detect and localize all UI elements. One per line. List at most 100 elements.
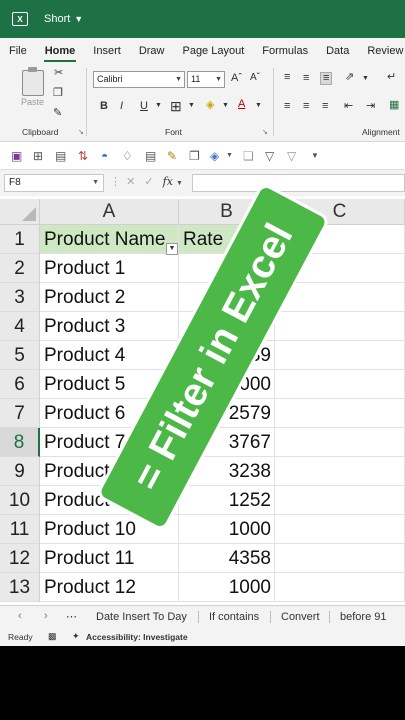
table-cell[interactable] (179, 254, 275, 283)
excel-icon[interactable]: X (12, 12, 28, 26)
copy-icon[interactable]: ❐ (53, 88, 63, 99)
table-cell[interactable]: Product 5 (40, 370, 179, 399)
row-header[interactable]: 8 (0, 428, 40, 457)
font-launcher-icon[interactable]: ↘ (262, 128, 268, 136)
align-right-icon[interactable]: ≡ (322, 101, 328, 112)
paste-values-icon[interactable]: ❐ (189, 149, 200, 163)
more-sheets-icon[interactable]: ⋯ (66, 610, 77, 623)
table-cell[interactable]: 3767 (179, 428, 275, 457)
table-cell[interactable]: Product 12 (40, 573, 179, 602)
table-icon[interactable]: ⊞ (33, 149, 43, 163)
chevron-right-icon[interactable]: › (44, 610, 48, 622)
table-cell[interactable] (275, 457, 405, 486)
table-cell[interactable] (275, 225, 405, 254)
table-cell[interactable]: Product 9 (40, 486, 179, 515)
row-header[interactable]: 13 (0, 573, 40, 602)
chevron-down-icon[interactable]: ▼ (255, 102, 262, 109)
clipboard-launcher-icon[interactable]: ↘ (78, 128, 84, 136)
chevron-left-icon[interactable]: ‹ (18, 610, 22, 622)
table-cell[interactable]: Product 7 (40, 428, 179, 457)
formula-input[interactable] (192, 174, 405, 192)
align-left-icon[interactable]: ≡ (284, 101, 290, 112)
orientation-icon[interactable]: ⇗ (345, 72, 354, 83)
tab-insert[interactable]: Insert (84, 38, 130, 64)
table-cell[interactable]: Product 10 (40, 515, 179, 544)
borders-icon[interactable]: ⊞ (170, 99, 182, 113)
font-color-icon[interactable]: A (238, 99, 245, 110)
sheet-tab[interactable]: If contains (209, 606, 259, 628)
table-cell[interactable] (275, 399, 405, 428)
row-header[interactable]: 1 (0, 225, 40, 254)
column-header-b[interactable]: B (179, 199, 275, 225)
chevron-down-icon[interactable]: ▼ (155, 102, 162, 109)
cut-icon[interactable]: ✂ (54, 68, 63, 79)
row-header[interactable]: 2 (0, 254, 40, 283)
tab-page-layout[interactable]: Page Layout (173, 38, 253, 64)
tab-draw[interactable]: Draw (130, 38, 174, 64)
clear-filter-icon[interactable]: ▽ (287, 149, 296, 163)
wrap-text-icon[interactable]: ↵ (387, 72, 396, 83)
tab-data[interactable]: Data (317, 38, 358, 64)
macro-record-icon[interactable]: ▩ (48, 631, 57, 642)
paste-icon[interactable] (22, 67, 44, 96)
tab-file[interactable]: File (0, 38, 36, 64)
table-cell[interactable] (275, 573, 405, 602)
underline-icon[interactable]: U (140, 101, 148, 112)
customize-qat-icon[interactable]: ▼ (311, 151, 319, 160)
row-header[interactable]: 12 (0, 544, 40, 573)
table-cell[interactable] (275, 341, 405, 370)
table-cell[interactable] (275, 283, 405, 312)
chevron-down-icon[interactable]: ▼ (188, 102, 195, 109)
table-cell[interactable]: Product 2 (40, 283, 179, 312)
table-cell[interactable]: 2579 (179, 399, 275, 428)
sheet-tab[interactable]: Convert (281, 606, 320, 628)
increase-indent-icon[interactable]: ⇥ (366, 101, 375, 112)
enter-icon[interactable]: ✓ (144, 176, 153, 188)
row-header[interactable]: 5 (0, 341, 40, 370)
cancel-icon[interactable]: ✕ (126, 176, 135, 188)
table-cell[interactable]: 1252 (179, 486, 275, 515)
table-cell[interactable] (275, 515, 405, 544)
column-header-a[interactable]: A (40, 199, 179, 225)
tab-review[interactable]: Review (358, 38, 405, 64)
table-cell[interactable] (275, 312, 405, 341)
insert-function-icon[interactable]: fx (163, 175, 173, 188)
table-cell[interactable]: Product 1 (40, 254, 179, 283)
table-cell[interactable]: 1000 (179, 515, 275, 544)
chevron-down-icon[interactable]: ▼ (74, 14, 83, 24)
fill-color-icon[interactable]: ◈ (206, 100, 214, 111)
row-header[interactable]: 4 (0, 312, 40, 341)
align-center-icon[interactable]: ≡ (303, 101, 309, 112)
tab-home[interactable]: Home (36, 38, 85, 64)
connections-icon[interactable]: ◓ (101, 149, 108, 163)
format-painter-icon[interactable]: ✎ (53, 108, 62, 119)
fill-icon[interactable]: ◈ (210, 149, 219, 163)
row-header[interactable]: 6 (0, 370, 40, 399)
table-cell[interactable]: 4358 (179, 544, 275, 573)
align-middle-icon[interactable]: ≡ (303, 73, 309, 84)
row-header[interactable]: 7 (0, 399, 40, 428)
align-top-icon[interactable]: ≡ (284, 72, 290, 83)
row-header[interactable]: 3 (0, 283, 40, 312)
table-cell[interactable] (179, 283, 275, 312)
align-bottom-icon[interactable]: ≡ (320, 72, 333, 85)
name-box[interactable]: F8 ▼ (4, 174, 104, 192)
table-cell[interactable]: Product 8 (40, 457, 179, 486)
calendar-icon[interactable]: ▤ (55, 149, 66, 163)
table-cell[interactable]: 1 (179, 312, 275, 341)
table-cell[interactable] (275, 370, 405, 399)
select-all-button[interactable] (0, 199, 40, 225)
italic-icon[interactable]: I (120, 101, 123, 112)
paste-special-icon[interactable]: ❏ (243, 149, 254, 163)
bold-icon[interactable]: B (100, 101, 108, 112)
merge-center-icon[interactable]: ▦ (389, 100, 399, 111)
tab-formulas[interactable]: Formulas (253, 38, 317, 64)
table-cell[interactable]: Product 6 (40, 399, 179, 428)
filter-icon[interactable]: ▽ (265, 149, 274, 163)
table-cell[interactable] (275, 254, 405, 283)
chevron-down-icon[interactable]: ▼ (362, 75, 369, 82)
table-cell[interactable]: Product 4 (40, 341, 179, 370)
sort-icon[interactable]: ⇅ (78, 149, 88, 163)
font-name-select[interactable]: Calibri ▼ (93, 71, 185, 88)
row-header[interactable]: 11 (0, 515, 40, 544)
